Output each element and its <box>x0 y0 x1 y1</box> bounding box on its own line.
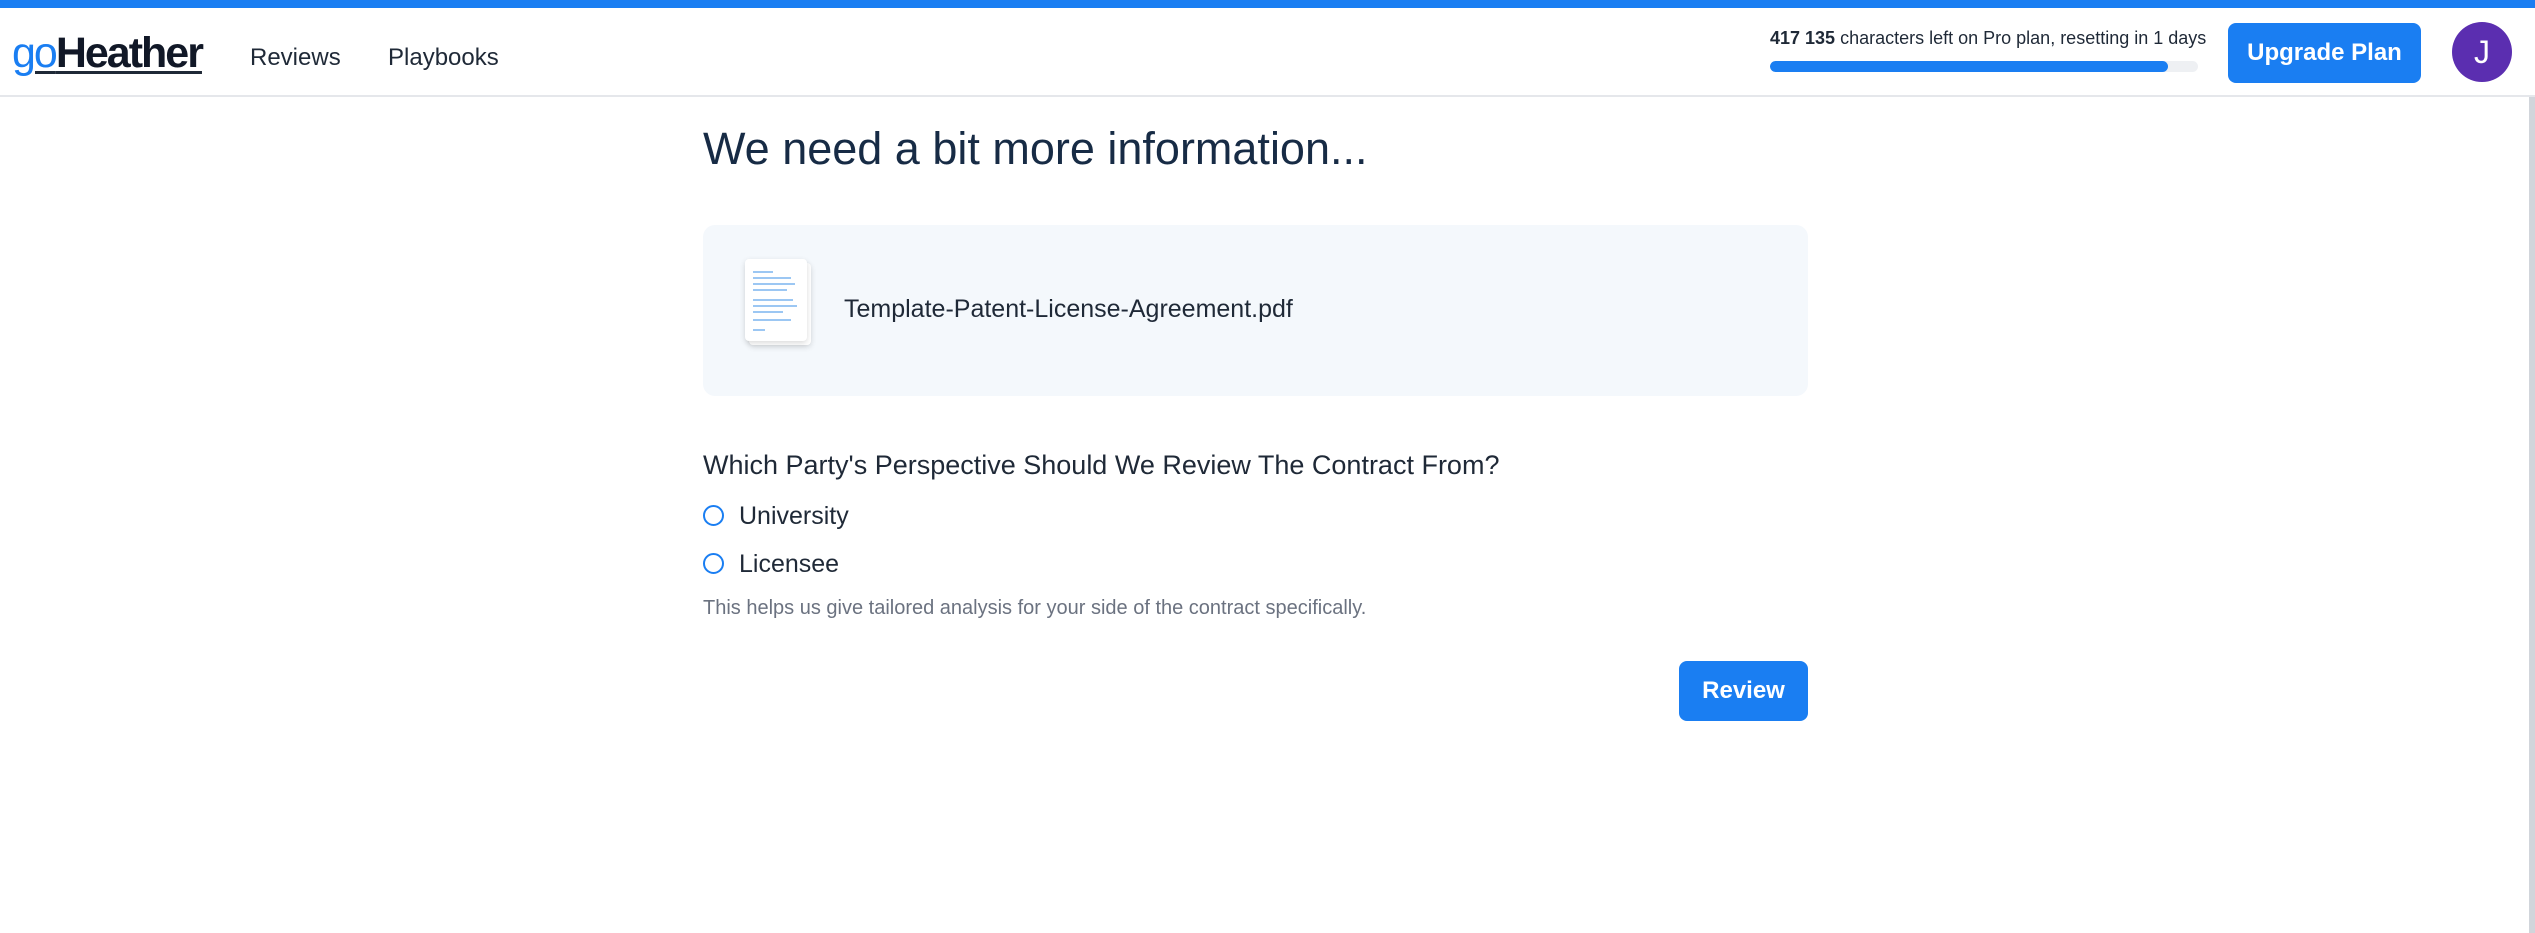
option-label: Licensee <box>739 550 840 578</box>
usage-progress-fill <box>1770 61 2169 72</box>
usage-description: characters left on Pro plan, resetting i… <box>1835 28 2207 48</box>
user-avatar[interactable]: J <box>2452 22 2512 82</box>
option-label: University <box>739 502 849 530</box>
nav-reviews-link[interactable]: Reviews <box>250 44 341 72</box>
upgrade-plan-button[interactable]: Upgrade Plan <box>2228 23 2421 83</box>
page-scrollbar[interactable] <box>2529 97 2535 933</box>
perspective-question: Which Party's Perspective Should We Revi… <box>703 450 1500 480</box>
licensee-radio[interactable] <box>703 553 724 574</box>
top-nav-bar: goHeather Reviews Playbooks 417 135 char… <box>0 8 2535 97</box>
usage-meter: 417 135 characters left on Pro plan, res… <box>1770 28 2206 72</box>
usage-progress-bar <box>1770 61 2198 72</box>
university-radio[interactable] <box>703 505 724 526</box>
logo-brand: Heather <box>55 29 204 77</box>
logo-prefix: go <box>12 29 58 77</box>
usage-text: 417 135 characters left on Pro plan, res… <box>1770 28 2206 49</box>
top-accent-strip <box>0 0 2535 8</box>
uploaded-file-card: Template-Patent-License-Agreement.pdf <box>703 225 1808 396</box>
document-thumbnail-icon <box>745 259 811 345</box>
nav-playbooks-link[interactable]: Playbooks <box>388 44 499 72</box>
review-button[interactable]: Review <box>1679 661 1808 721</box>
file-name: Template-Patent-License-Agreement.pdf <box>844 295 1293 323</box>
perspective-hint: This helps us give tailored analysis for… <box>703 597 1367 619</box>
page-title: We need a bit more information... <box>703 123 1368 174</box>
gohheather-logo[interactable]: goHeather <box>12 28 204 78</box>
usage-count: 417 135 <box>1770 28 1836 48</box>
